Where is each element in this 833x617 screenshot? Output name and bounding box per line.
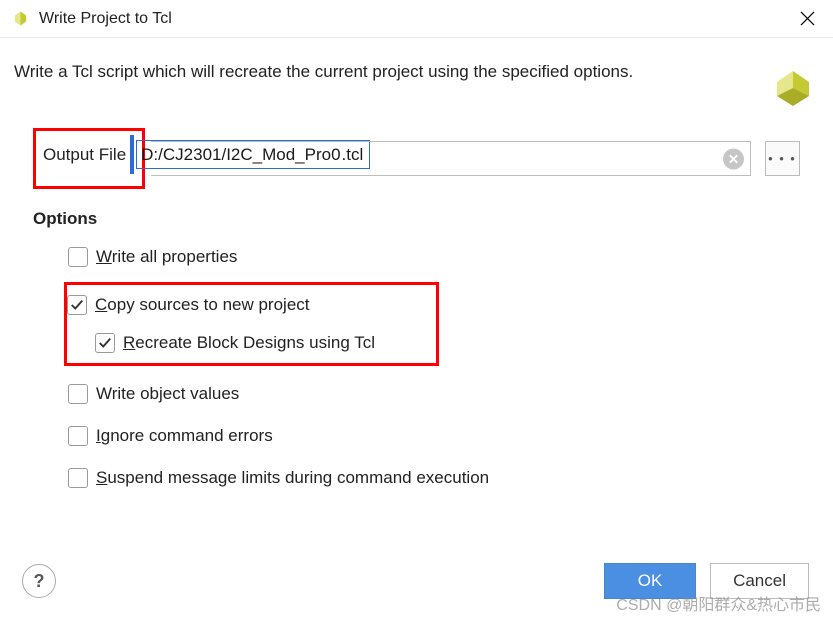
option-write-all-properties[interactable]: Write all properties: [68, 243, 800, 271]
option-label: Write all properties: [96, 247, 237, 267]
highlight-output-file: Output File D:/CJ2301/I2C_Mod_Pro0.tcl: [33, 128, 145, 189]
option-write-object-values[interactable]: Write object values: [68, 380, 800, 408]
options-header: Options: [33, 209, 800, 229]
app-icon: [12, 10, 29, 27]
help-button[interactable]: ?: [22, 564, 56, 598]
description-text: Write a Tcl script which will recreate t…: [14, 60, 633, 82]
clear-icon[interactable]: [723, 148, 744, 169]
titlebar: Write Project to Tcl: [0, 0, 833, 37]
checkbox-copy-sources[interactable]: [67, 295, 87, 315]
checkbox-ignore-err[interactable]: [68, 426, 88, 446]
option-label: Suspend message limits during command ex…: [96, 468, 489, 488]
output-file-row: Output File D:/CJ2301/I2C_Mod_Pro0.tcl ●…: [33, 128, 800, 189]
logo-icon: [773, 68, 813, 108]
close-button[interactable]: [791, 2, 823, 34]
option-ignore-command-errors[interactable]: Ignore command errors: [68, 422, 800, 450]
highlight-copy-sources-group: Copy sources to new project Recreate Blo…: [64, 282, 439, 366]
checkbox-write-obj[interactable]: [68, 384, 88, 404]
option-recreate-block-designs[interactable]: Recreate Block Designs using Tcl: [95, 329, 418, 357]
checkbox-recreate-bd[interactable]: [95, 333, 115, 353]
checkbox-suspend[interactable]: [68, 468, 88, 488]
dialog-body: Write a Tcl script which will recreate t…: [0, 37, 833, 492]
option-label: Copy sources to new project: [95, 295, 310, 315]
ok-button[interactable]: OK: [604, 563, 696, 599]
option-label: Ignore command errors: [96, 426, 273, 446]
option-label: Recreate Block Designs using Tcl: [123, 333, 375, 353]
cancel-button[interactable]: Cancel: [710, 563, 809, 599]
option-suspend-message-limits[interactable]: Suspend message limits during command ex…: [68, 464, 800, 492]
output-file-label: Output File: [43, 145, 126, 165]
window-title: Write Project to Tcl: [39, 10, 172, 28]
checkbox-write-all[interactable]: [68, 247, 88, 267]
browse-button[interactable]: ● ● ●: [765, 141, 800, 176]
option-label: Write object values: [96, 384, 239, 404]
option-copy-sources[interactable]: Copy sources to new project: [67, 291, 418, 319]
bottom-bar: ? OK Cancel: [0, 563, 833, 599]
output-file-field-extended[interactable]: [151, 141, 751, 176]
